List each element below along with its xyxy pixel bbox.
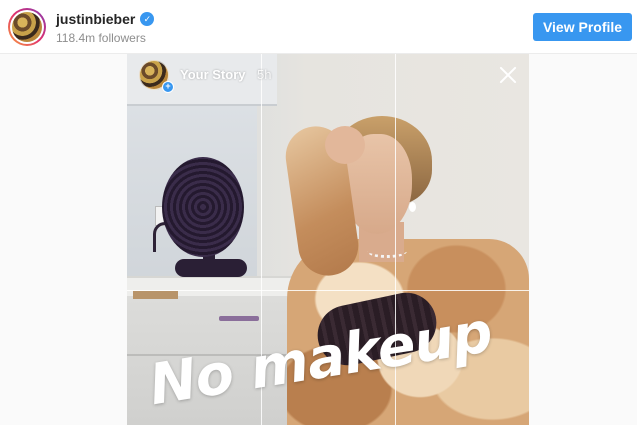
person-necklace xyxy=(367,244,407,258)
story-stage: + Your Story 5h No makeup xyxy=(0,54,637,425)
profile-avatar[interactable] xyxy=(8,8,46,46)
scene-drawer-handle xyxy=(219,316,259,321)
scene-fan-base xyxy=(175,259,247,277)
close-icon[interactable] xyxy=(497,64,519,86)
add-story-icon[interactable]: + xyxy=(162,81,174,93)
avatar-image xyxy=(12,12,42,42)
verified-badge-icon: ✓ xyxy=(140,12,155,26)
story-title: Your Story xyxy=(180,67,246,82)
story-timestamp: 5h xyxy=(257,67,272,82)
scene-fan xyxy=(162,157,244,257)
username-row: justinbieber ✓ xyxy=(56,11,155,27)
view-profile-button[interactable]: View Profile xyxy=(533,13,632,41)
profile-header: justinbieber ✓ 118.4m followers View Pro… xyxy=(0,0,637,54)
person-hand xyxy=(325,126,365,164)
person-earring xyxy=(409,202,416,212)
story-viewer[interactable]: + Your Story 5h No makeup xyxy=(127,54,529,425)
scene-mat xyxy=(133,291,178,299)
username-link[interactable]: justinbieber xyxy=(56,11,135,27)
grid-line-horizontal-1 xyxy=(127,290,529,291)
followers-count: 118.4m followers xyxy=(56,31,146,45)
